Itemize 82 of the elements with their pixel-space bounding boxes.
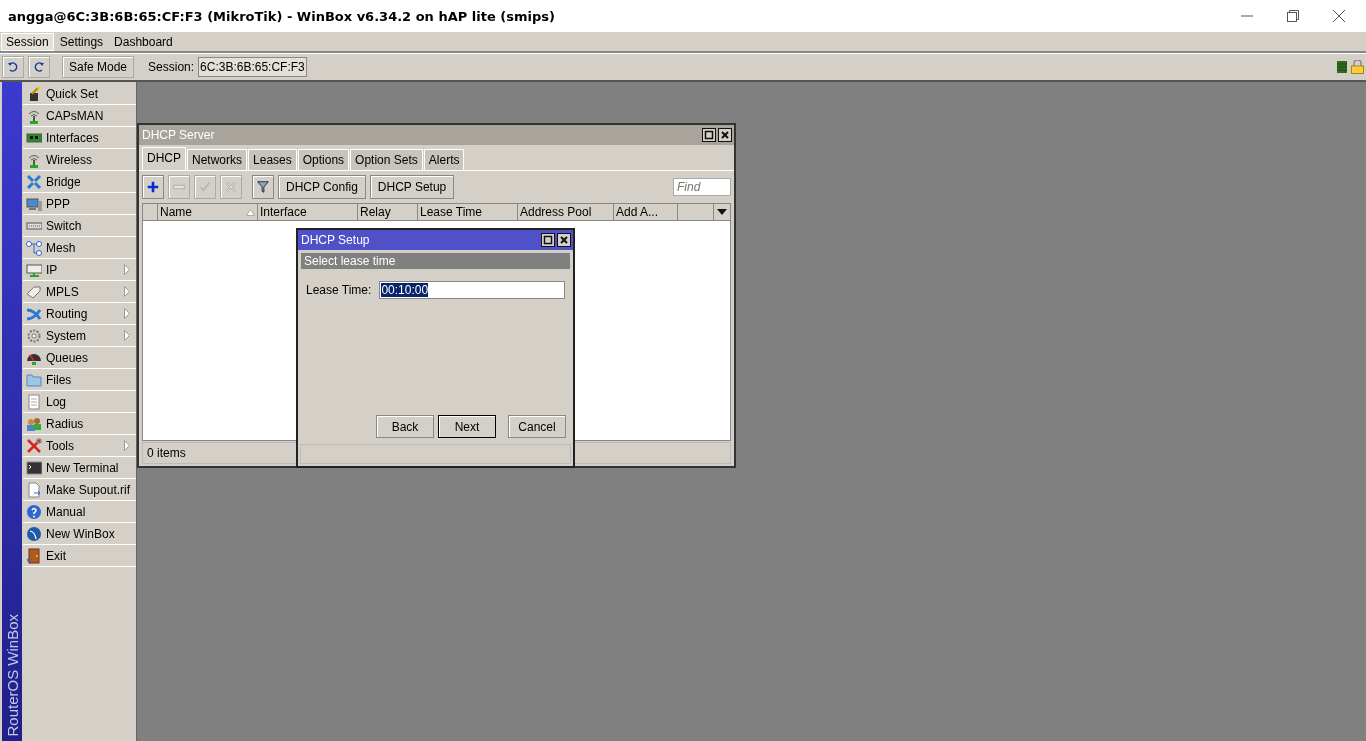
check-icon bbox=[198, 180, 212, 194]
sidebar-item[interactable]: CAPsMAN bbox=[23, 105, 136, 127]
section-header: Select lease time bbox=[301, 253, 570, 269]
sidebar-item[interactable]: MPLS bbox=[23, 281, 136, 303]
sidebar-item[interactable]: Switch bbox=[23, 215, 136, 237]
tab[interactable]: Alerts bbox=[423, 149, 465, 170]
device-icon bbox=[26, 261, 42, 278]
sidebar-item[interactable]: Bridge bbox=[23, 171, 136, 193]
safe-mode-button[interactable]: Safe Mode bbox=[62, 56, 135, 78]
redo-button[interactable] bbox=[28, 56, 50, 78]
tab[interactable]: Networks bbox=[187, 149, 248, 170]
help-icon bbox=[26, 503, 42, 520]
sidebar-item[interactable]: Make Supout.rif bbox=[23, 479, 136, 501]
sidebar-item[interactable]: Files bbox=[23, 369, 136, 391]
door-icon bbox=[26, 547, 42, 564]
computer-icon bbox=[26, 195, 42, 212]
filter-button[interactable] bbox=[252, 175, 274, 199]
field-label: Lease Time: bbox=[306, 283, 372, 297]
redo-icon bbox=[33, 61, 45, 73]
sidebar-item[interactable]: New Terminal bbox=[23, 457, 136, 479]
globe-icon bbox=[26, 525, 42, 542]
document-icon bbox=[26, 393, 42, 410]
window-title: DHCP Setup bbox=[301, 233, 370, 247]
tab[interactable]: Leases bbox=[248, 149, 297, 170]
tools-icon bbox=[26, 437, 42, 454]
item-count: 0 items bbox=[147, 446, 186, 460]
menu-item[interactable]: Settings bbox=[54, 32, 109, 51]
sidebar-item[interactable]: Wireless bbox=[23, 149, 136, 171]
tab[interactable]: DHCP bbox=[142, 147, 186, 170]
sidebar-item[interactable]: Tools bbox=[23, 435, 136, 457]
sidebar-item[interactable]: Radius bbox=[23, 413, 136, 435]
sidebar-item[interactable]: Manual bbox=[23, 501, 136, 523]
sidebar-item[interactable]: Exit bbox=[23, 545, 136, 567]
menu-item[interactable]: Session bbox=[1, 32, 54, 51]
session-field: 6C:3B:6B:65:CF:F3 bbox=[198, 57, 307, 77]
tags-icon bbox=[26, 283, 42, 300]
sidebar-item[interactable]: Quick Set bbox=[23, 83, 136, 105]
dialog-button[interactable]: Cancel bbox=[508, 415, 566, 438]
toolbar-button[interactable]: DHCP Setup bbox=[369, 175, 455, 199]
arrows-icon bbox=[26, 173, 42, 190]
filter-icon bbox=[256, 180, 270, 194]
sidebar-item[interactable]: Log bbox=[23, 391, 136, 413]
find-field[interactable]: Find bbox=[673, 178, 731, 196]
toolbar-button[interactable]: DHCP Config bbox=[278, 175, 366, 199]
sidebar-item[interactable]: Queues bbox=[23, 347, 136, 369]
gear-icon bbox=[26, 327, 42, 344]
maximize-icon[interactable] bbox=[702, 128, 716, 142]
dialog-button[interactable]: Next bbox=[438, 415, 496, 438]
sidebar-item[interactable]: PPP bbox=[23, 193, 136, 215]
nodes-icon bbox=[26, 239, 42, 256]
file-icon bbox=[26, 481, 42, 498]
people-icon bbox=[26, 415, 42, 432]
sidebar-item[interactable]: Interfaces bbox=[23, 127, 136, 149]
sidebar-item[interactable]: System bbox=[23, 325, 136, 347]
lock-icon bbox=[1351, 60, 1364, 74]
tab[interactable]: Option Sets bbox=[350, 149, 423, 170]
sidebar-item[interactable]: Mesh bbox=[23, 237, 136, 259]
dialog-button[interactable]: Back bbox=[376, 415, 434, 438]
menu-item[interactable]: Dashboard bbox=[109, 32, 178, 51]
restore-icon[interactable] bbox=[1286, 9, 1300, 23]
folder-icon bbox=[26, 371, 42, 388]
terminal-icon bbox=[26, 459, 42, 476]
close-icon[interactable] bbox=[1332, 9, 1346, 23]
cross-icon bbox=[224, 180, 238, 194]
lease-time-field[interactable]: 00:10:00 bbox=[379, 281, 565, 299]
brand-label: RouterOS WinBox bbox=[3, 613, 21, 739]
sidebar-item[interactable]: IP bbox=[23, 259, 136, 281]
close-icon[interactable] bbox=[557, 233, 571, 247]
close-icon[interactable] bbox=[718, 128, 732, 142]
undo-button[interactable] bbox=[2, 56, 24, 78]
sort-icon bbox=[246, 208, 255, 216]
window-title: angga@6C:3B:6B:65:CF:F3 (MikroTik) - WinBox v6.34.2 on hAP lite (smips) bbox=[8, 8, 555, 24]
session-label: Session: bbox=[148, 60, 195, 74]
plus-icon bbox=[146, 180, 160, 194]
sidebar-item[interactable]: Routing bbox=[23, 303, 136, 325]
add-button[interactable] bbox=[142, 175, 164, 199]
window-title: DHCP Server bbox=[142, 128, 215, 142]
maximize-icon[interactable] bbox=[541, 233, 555, 247]
status-block-icon bbox=[1337, 61, 1347, 73]
sidebar-item[interactable]: New WinBox bbox=[23, 523, 136, 545]
tab[interactable]: Options bbox=[297, 149, 350, 170]
undo-icon bbox=[7, 61, 19, 73]
